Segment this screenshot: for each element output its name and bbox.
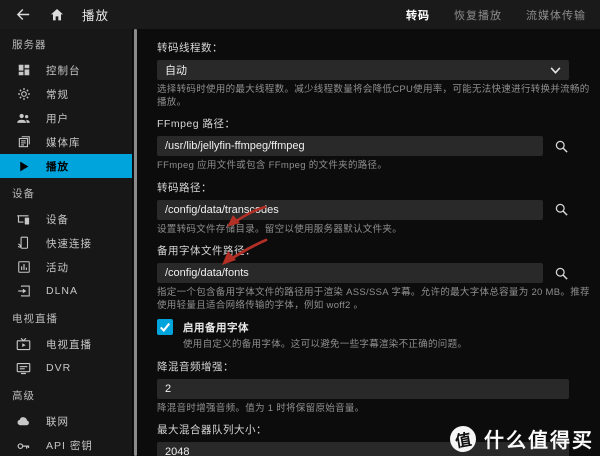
chevron-down-icon	[550, 66, 561, 74]
field-label: 降混音频增强：	[157, 360, 234, 373]
sidebar-item-电视直播[interactable]: 电视直播	[0, 332, 132, 356]
live-tv-icon	[16, 337, 31, 352]
sidebar-item-label: 常规	[46, 88, 69, 101]
search-icon[interactable]	[551, 200, 571, 220]
sidebar-section-header: 设备	[12, 188, 35, 200]
search-icon[interactable]	[551, 136, 571, 156]
field-description: 选择转码时使用的最大线程数。减少线程数量将会降低CPU使用率，可能无法快速进行转…	[157, 84, 590, 108]
field-label: 转码路径：	[157, 181, 212, 194]
field-label: 转码线程数：	[157, 42, 223, 54]
sidebar-item-label: 播放	[46, 160, 69, 173]
sidebar-item-DLNA[interactable]: DLNA	[0, 279, 132, 303]
sidebar-item-设备[interactable]: 设备	[0, 207, 132, 231]
smzdm-watermark: 值 什么值得买	[447, 423, 594, 454]
sidebar-item-DVR[interactable]: DVR	[0, 356, 132, 380]
field-description: 设置转码文件存储目录。留空以使用服务器默认文件夹。	[157, 223, 403, 235]
settings-form: 转码线程数： 自动选择转码时使用的最大线程数。减少线程数量将会降低CPU使用率，可…	[137, 29, 600, 456]
sidebar-item-label: 活动	[46, 261, 69, 274]
ffmpeg-path-input[interactable]	[157, 136, 543, 157]
transcode-path-input[interactable]	[157, 199, 543, 220]
select-value: 自动	[165, 65, 187, 77]
transcoding-thread-count-select[interactable]: 自动	[157, 60, 569, 80]
dlna-icon	[16, 284, 31, 299]
back-arrow-icon[interactable]	[14, 6, 32, 24]
sidebar-item-活动[interactable]: 活动	[0, 255, 132, 279]
downmix-audio-boost-input[interactable]	[157, 378, 569, 399]
sidebar-item-label: 用户	[46, 112, 69, 125]
sidebar-item-label: API 密钥	[46, 439, 93, 452]
field-enable-fallback-font: 启用备用字体使用自定义的备用字体。这可以避免一些字幕渲染不正确的问题。	[157, 319, 600, 352]
sidebar-item-用户[interactable]: 用户	[0, 106, 132, 130]
tab-0[interactable]: 转码	[406, 7, 430, 23]
sidebar-item-label: 电视直播	[46, 338, 92, 351]
checkbox-label: 启用备用字体	[183, 321, 249, 334]
field-transcode-path: 转码路径： 设置转码文件存储目录。留空以使用服务器默认文件夹。	[157, 180, 600, 237]
field-downmix-audio-boost: 降混音频增强： 降混音时增强音频。值为 1 时将保留原始音量。	[157, 359, 600, 416]
quick-connect-icon	[16, 236, 31, 251]
devices-icon	[16, 212, 31, 227]
enable-fallback-font-checkbox[interactable]: 启用备用字体	[157, 319, 600, 336]
field-description: 指定一个包含备用字体文件的路径用于渲染 ASS/SSA 字幕。允许的最大字体总容…	[157, 287, 590, 311]
sidebar-item-label: 媒体库	[46, 136, 81, 149]
tab-1[interactable]: 恢复播放	[454, 7, 502, 23]
activity-icon	[16, 260, 31, 275]
dvr-icon	[16, 361, 31, 376]
sidebar-item-label: 快速连接	[46, 237, 92, 250]
tab-2[interactable]: 流媒体传输	[526, 7, 586, 23]
sidebar-item-常规[interactable]: 常规	[0, 82, 132, 106]
gear-icon	[16, 87, 31, 102]
sidebar-item-快速连接[interactable]: 快速连接	[0, 231, 132, 255]
sidebar: 服务器 控制台 常规 用户 媒体库 播放 设备 设备 快速连接 活动 DLNA 电视直播 电视直播 DVR…	[0, 29, 132, 456]
library-icon	[16, 135, 31, 150]
field-description: 降混音时增强音频。值为 1 时将保留原始音量。	[157, 402, 365, 414]
sidebar-item-label: 联网	[46, 415, 69, 428]
sidebar-item-label: 控制台	[46, 64, 81, 77]
fallback-font-path-input[interactable]	[157, 263, 543, 284]
field-label: 备用字体文件路径：	[157, 245, 256, 258]
sidebar-item-API 密钥[interactable]: API 密钥	[0, 433, 132, 456]
play-icon	[16, 159, 31, 174]
field-fallback-font-path: 备用字体文件路径： 指定一个包含备用字体文件的路径用于渲染 ASS/SSA 字幕。…	[157, 243, 600, 312]
header-tabs: 转码 恢复播放 流媒体传输	[406, 7, 586, 23]
field-description: 使用自定义的备用字体。这可以避免一些字幕渲染不正确的问题。	[183, 339, 468, 351]
sidebar-item-播放[interactable]: 播放	[0, 154, 132, 178]
users-icon	[16, 111, 31, 126]
page-title: 播放	[82, 9, 110, 23]
sidebar-item-label: DVR	[46, 362, 72, 374]
topbar: 播放 转码 恢复播放 流媒体传输	[0, 0, 600, 29]
sidebar-item-联网[interactable]: 联网	[0, 409, 132, 433]
home-icon[interactable]	[48, 6, 66, 24]
sidebar-section-header: 服务器	[12, 39, 47, 51]
sidebar-item-媒体库[interactable]: 媒体库	[0, 130, 132, 154]
field-ffmpeg-path: FFmpeg 路径： FFmpeg 应用文件或包含 FFmpeg 的文件夹的路径。	[157, 116, 600, 173]
jellyfin-playback-settings-page: 播放 转码 恢复播放 流媒体传输 服务器 控制台 常规 用户 媒体库 播放 设备 设备 快速连接 活动…	[0, 0, 600, 456]
sidebar-item-label: DLNA	[46, 285, 79, 297]
dashboard-icon	[16, 63, 31, 78]
watermark-text: 什么值得买	[484, 430, 594, 452]
sidebar-section-header: 电视直播	[12, 313, 58, 325]
smzdm-logo-icon: 值	[447, 423, 479, 454]
sidebar-item-控制台[interactable]: 控制台	[0, 58, 132, 82]
field-transcoding-thread-count: 转码线程数： 自动选择转码时使用的最大线程数。减少线程数量将会降低CPU使用率，可…	[157, 40, 600, 109]
checkbox-checked-icon[interactable]	[157, 319, 173, 336]
sidebar-section-header: 高级	[12, 390, 35, 402]
key-icon	[16, 438, 31, 453]
field-label: FFmpeg 路径：	[157, 118, 236, 131]
sidebar-item-label: 设备	[46, 213, 69, 226]
network-icon	[16, 414, 31, 429]
search-icon[interactable]	[551, 263, 571, 283]
field-description: FFmpeg 应用文件或包含 FFmpeg 的文件夹的路径。	[157, 160, 388, 172]
